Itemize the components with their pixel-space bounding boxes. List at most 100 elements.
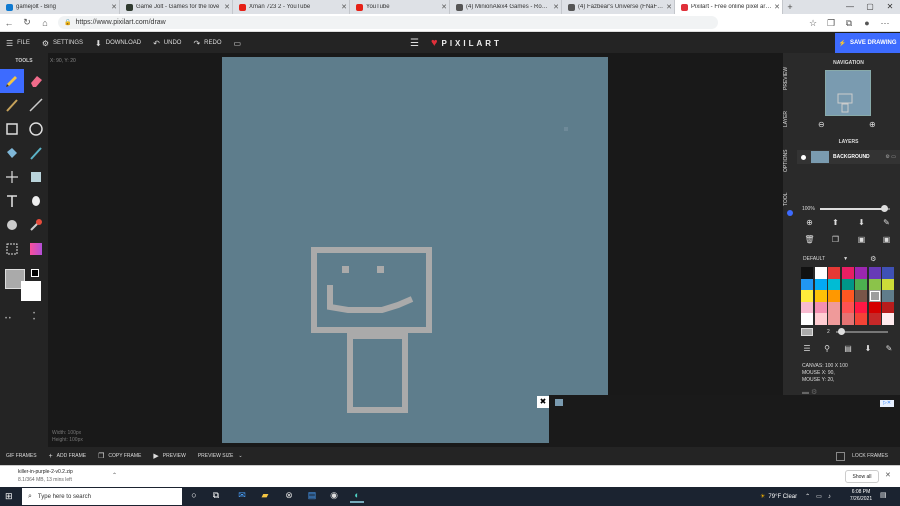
new-tab-icon[interactable]: +	[783, 2, 797, 12]
taskbar-search[interactable]: ⌕ Type here to search	[22, 488, 182, 505]
layer-settings-icon[interactable]: ⚙ ▭	[885, 154, 896, 160]
tab-close-icon[interactable]: ✕	[772, 3, 782, 11]
task-view-icon[interactable]: ○	[187, 490, 201, 503]
store-icon[interactable]: ▤	[305, 490, 319, 503]
browser-tab[interactable]: YouTube ✕	[350, 0, 450, 14]
minimize-icon[interactable]: —	[840, 0, 860, 14]
secondary-color-swatch[interactable]	[21, 281, 41, 301]
move-down-icon[interactable]: ⬇	[849, 218, 874, 227]
browser-tab[interactable]: (4) MinionAlex4 Games - Roblox ✕	[450, 0, 562, 14]
task-view-windows-icon[interactable]: ⧉	[209, 490, 223, 503]
shade-tool[interactable]	[24, 165, 48, 189]
circle-tool[interactable]	[24, 117, 48, 141]
list-icon[interactable]: ☰	[797, 344, 817, 353]
tab-tool[interactable]: TOOL	[783, 190, 797, 208]
url-input[interactable]: 🔒 https://www.pixilart.com/draw	[58, 16, 718, 29]
stamp-tool[interactable]	[0, 213, 24, 237]
file-button[interactable]: ☰ FILE	[0, 33, 36, 53]
palette-swatch[interactable]	[801, 278, 813, 291]
palette-swatch[interactable]	[828, 290, 840, 302]
palette-swatch[interactable]	[868, 313, 881, 325]
pencil-tool[interactable]	[0, 69, 24, 93]
steam-icon[interactable]: ◉	[327, 490, 341, 503]
line-tool[interactable]	[24, 93, 48, 117]
tab-close-icon[interactable]: ✕	[339, 3, 349, 11]
browser-tab[interactable]: Xman 723 2 - YouTube ✕	[233, 0, 350, 14]
picker-icon[interactable]: ✎	[879, 344, 899, 353]
profile-icon[interactable]: ●	[858, 18, 876, 28]
eraser-tool[interactable]	[24, 69, 48, 93]
brush-color-swatch[interactable]	[801, 328, 813, 336]
volume-icon[interactable]: ♪	[828, 494, 831, 500]
show-all-button[interactable]: Show all	[845, 470, 879, 483]
copy-frame-button[interactable]: ❐ COPY FRAME	[92, 447, 147, 465]
palette-swatch[interactable]	[855, 313, 867, 325]
downloads-close-icon[interactable]: ✕	[885, 471, 891, 479]
palette-swatch[interactable]	[882, 278, 894, 291]
gif-frames-button[interactable]: GIF FRAMES	[0, 447, 43, 465]
ad-banner[interactable]	[549, 395, 900, 448]
tab-close-icon[interactable]: ✕	[551, 3, 561, 11]
palette-swatch[interactable]	[855, 290, 867, 302]
undo-button[interactable]: ↶ UNDO	[147, 33, 187, 53]
layer-row[interactable]: BACKGROUND ⚙ ▭	[797, 150, 900, 164]
mail-icon[interactable]: ✉	[235, 490, 249, 503]
hamburger-icon[interactable]: ☰	[410, 38, 419, 49]
zoom-slider[interactable]	[820, 205, 890, 212]
navigation-thumbnail[interactable]	[825, 70, 871, 116]
download-options-icon[interactable]: ⌃	[112, 472, 117, 479]
dither-tool[interactable]	[24, 141, 48, 165]
back-icon[interactable]: ←	[0, 18, 18, 28]
tray-overflow-icon[interactable]: ⌃	[805, 493, 810, 500]
browser-tab[interactable]: (4) Fazbear's Universe (FNaF RP) ✕	[562, 0, 675, 14]
redo-button[interactable]: ↷ REDO	[187, 33, 227, 53]
download-item[interactable]: killer-in-purple-2-v0.2.zip 8.1/364 MB, …	[18, 468, 73, 484]
reload-icon[interactable]: ↻	[18, 17, 36, 28]
palette-settings-icon[interactable]: ⚙	[870, 255, 876, 263]
save-drawing-button[interactable]: ⚡ SAVE DRAWING	[835, 33, 900, 53]
layer-options-icon[interactable]: ▣	[874, 235, 899, 244]
preview-size-dropdown[interactable]: PREVIEW SIZE ⌄	[192, 447, 249, 465]
palette-swatch[interactable]	[882, 267, 894, 279]
more-icon[interactable]: ⋯	[876, 18, 894, 29]
file-explorer-icon[interactable]: ▰	[258, 490, 272, 503]
palette-swatch[interactable]	[814, 313, 827, 325]
text-tool[interactable]	[0, 189, 24, 213]
save-icon[interactable]: ⬇	[858, 344, 878, 353]
maximize-icon[interactable]: ▢	[860, 0, 880, 14]
palette-swatch[interactable]	[855, 267, 867, 279]
palette-swatch[interactable]	[814, 278, 827, 291]
tab-layer[interactable]: LAYER	[783, 108, 797, 130]
palette-swatch[interactable]	[882, 301, 894, 314]
move-tool[interactable]	[0, 165, 24, 189]
xbox-icon[interactable]: ⊗	[282, 490, 296, 503]
palette-swatch[interactable]	[828, 301, 840, 314]
lock-frames-checkbox[interactable]	[836, 451, 846, 461]
brush-size-knob[interactable]	[837, 328, 845, 335]
clock[interactable]: 6:08 PM 7/26/2021	[846, 489, 876, 503]
eyedropper-tool[interactable]	[24, 213, 48, 237]
extensions-icon[interactable]: ⧉	[840, 18, 858, 29]
tab-close-icon[interactable]: ✕	[109, 3, 119, 11]
add-frame-button[interactable]: + ADD FRAME	[43, 447, 93, 465]
document-icon[interactable]: ▤	[838, 344, 858, 353]
tab-close-icon[interactable]: ✕	[664, 3, 674, 11]
palette-swatch[interactable]	[841, 278, 854, 291]
collections-icon[interactable]: ❐	[822, 18, 840, 29]
download-button[interactable]: ⬇ DOWNLOAD	[89, 33, 147, 53]
palette-swatch[interactable]	[814, 301, 827, 314]
gradient-tool[interactable]	[24, 237, 48, 261]
palette-swatch[interactable]	[801, 313, 813, 325]
windows-start-icon[interactable]: ⊞	[5, 491, 13, 502]
merge-layer-icon[interactable]: ▣	[849, 235, 874, 244]
swap-colors-icon[interactable]	[31, 269, 39, 277]
egg-tool[interactable]	[24, 189, 48, 213]
brush-tool[interactable]	[0, 93, 24, 117]
network-icon[interactable]: ▭	[816, 493, 822, 500]
tab-close-icon[interactable]: ✕	[439, 3, 449, 11]
duplicate-layer-icon[interactable]: ❐	[823, 235, 848, 244]
zoom-in-icon[interactable]: ⊕	[869, 120, 876, 129]
palette-swatch[interactable]	[882, 313, 894, 325]
person-icon[interactable]: ⚲	[817, 344, 837, 353]
palette-swatch[interactable]	[868, 290, 881, 302]
